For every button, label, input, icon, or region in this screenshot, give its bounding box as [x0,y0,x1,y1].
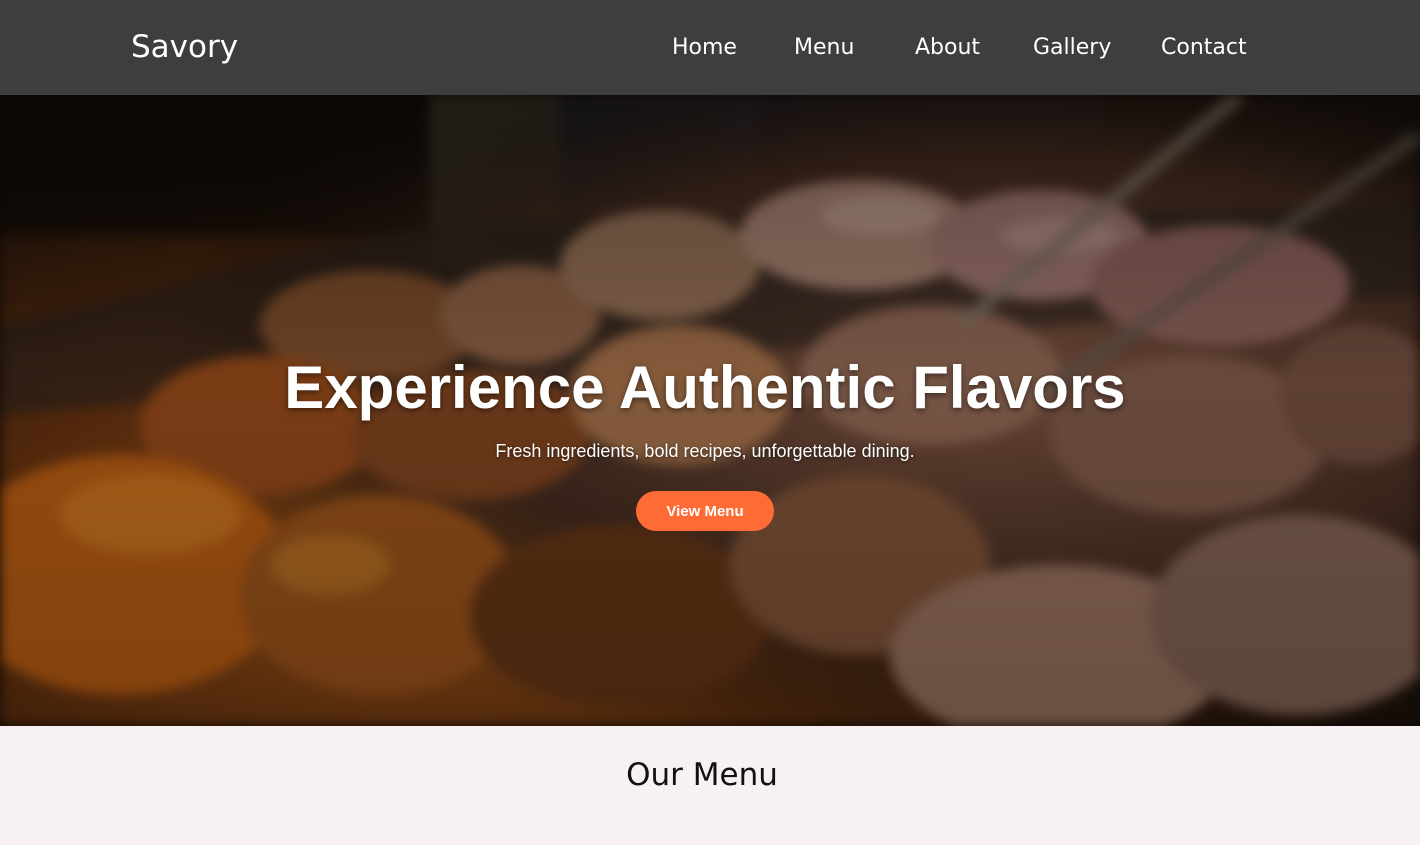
nav-link-contact[interactable]: Contact [1161,33,1247,63]
site-header: Savory Home Menu About Gallery Contact [0,0,1420,95]
menu-section: Our Menu [0,726,1420,845]
hero-section: Experience Authentic Flavors Fresh ingre… [0,95,1420,726]
brand-logo[interactable]: Savory [131,27,238,67]
nav-link-menu[interactable]: Menu [794,33,854,63]
hero-subtitle: Fresh ingredients, bold recipes, unforge… [495,441,915,461]
view-menu-button[interactable]: View Menu [636,491,774,531]
hero-title: Experience Authentic Flavors [284,354,1126,421]
nav-link-gallery[interactable]: Gallery [1033,33,1111,63]
nav-link-home[interactable]: Home [672,33,737,63]
menu-section-heading: Our Menu [626,757,778,793]
nav-link-about[interactable]: About [915,33,980,63]
